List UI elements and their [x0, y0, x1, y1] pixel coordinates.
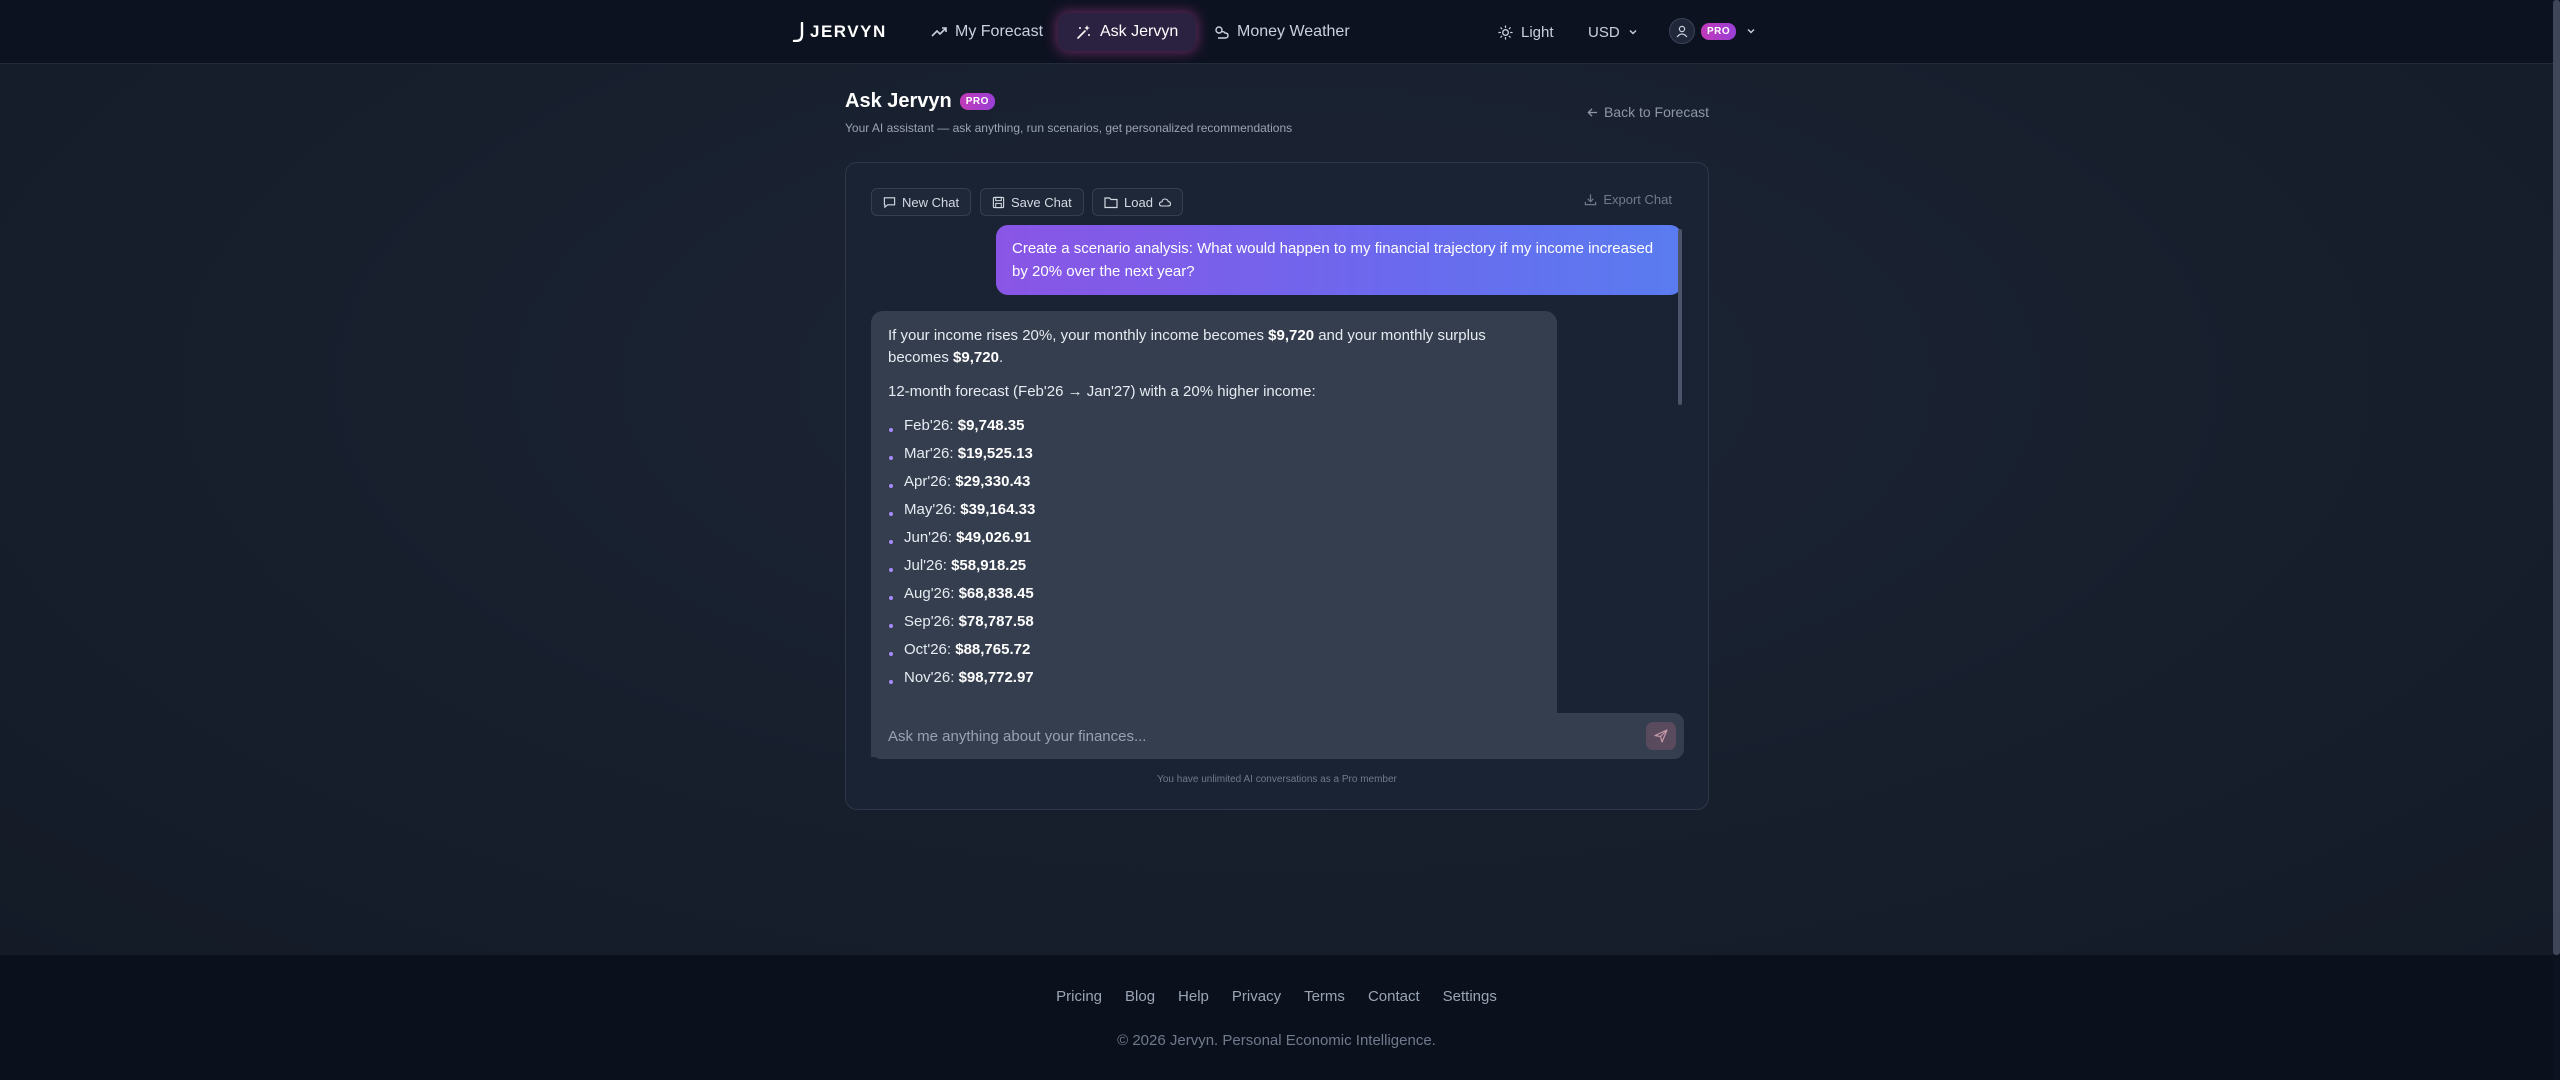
list-item: Aug'26: $68,838.45 — [888, 583, 1540, 611]
theme-toggle[interactable]: Light — [1498, 20, 1554, 44]
export-chat-button[interactable]: Export Chat — [1584, 192, 1672, 207]
list-item: Apr'26: $29,330.43 — [888, 471, 1540, 499]
member-note: You have unlimited AI conversations as a… — [1157, 774, 1397, 785]
user-message: Create a scenario analysis: What would h… — [996, 225, 1682, 295]
forecast-list: Feb'26: $9,748.35 Mar'26: $19,525.13 Apr… — [888, 415, 1540, 695]
chevron-down-icon — [1747, 29, 1755, 34]
back-to-forecast-link[interactable]: Back to Forecast — [1587, 104, 1709, 120]
message-list[interactable]: Create a scenario analysis: What would h… — [871, 225, 1686, 757]
footer-links: Pricing Blog Help Privacy Terms Contact … — [0, 988, 2553, 1005]
assistant-text: . — [998, 349, 1004, 366]
list-item: Jun'26: $49,026.91 — [888, 527, 1540, 555]
forecast-heading: 12-month forecast (Feb'26 → Jan'27) with… — [888, 383, 1316, 400]
footer-link-help[interactable]: Help — [1178, 988, 1209, 1005]
brand-logo[interactable]: JERVYN — [792, 20, 887, 44]
footer-link-contact[interactable]: Contact — [1368, 988, 1420, 1005]
pro-badge: PRO — [1701, 22, 1737, 40]
copyright: © 2026 Jervyn. Personal Economic Intelli… — [1117, 1032, 1436, 1049]
list-item: Oct'26: $88,765.72 — [888, 639, 1540, 667]
save-chat-button[interactable]: Save Chat — [980, 188, 1084, 216]
logo-mark-icon — [792, 22, 804, 42]
nav-item-my-forecast[interactable]: My Forecast — [913, 13, 1061, 51]
chevron-down-icon — [1629, 30, 1637, 35]
avatar — [1669, 18, 1695, 44]
arrow-left-icon — [1587, 107, 1598, 117]
page-subtitle: Your AI assistant — ask anything, run sc… — [845, 121, 1293, 135]
nav-item-label: My Forecast — [955, 23, 1044, 40]
save-chat-label: Save Chat — [1011, 194, 1072, 210]
list-item: Jul'26: $58,918.25 — [888, 555, 1540, 583]
nav-item-money-weather[interactable]: Money Weather — [1195, 13, 1368, 51]
list-item: Nov'26: $98,772.97 — [888, 667, 1540, 695]
footer-link-pricing[interactable]: Pricing — [1056, 988, 1102, 1005]
user-menu[interactable]: PRO — [1669, 18, 1756, 44]
back-link-label: Back to Forecast — [1603, 104, 1709, 120]
cloud-icon — [1158, 197, 1171, 207]
page-title-text: Ask Jervyn — [845, 90, 952, 112]
pro-badge: PRO — [959, 93, 995, 110]
message-icon — [883, 196, 896, 208]
weather-icon — [1215, 26, 1229, 39]
nav-item-label: Ask Jervyn — [1100, 23, 1179, 40]
user-icon — [1676, 25, 1688, 38]
sparkle-icon — [1077, 25, 1090, 39]
chat-input[interactable] — [871, 713, 1631, 759]
message-scrollbar[interactable] — [1678, 229, 1682, 405]
list-item: Feb'26: $9,748.35 — [888, 415, 1540, 443]
load-chat-button[interactable]: Load — [1092, 188, 1183, 216]
new-chat-button[interactable]: New Chat — [871, 188, 972, 216]
export-chat-label: Export Chat — [1603, 192, 1672, 207]
folder-icon — [1104, 196, 1118, 208]
nav-item-ask-jervyn[interactable]: Ask Jervyn — [1058, 13, 1197, 51]
footer-link-blog[interactable]: Blog — [1125, 988, 1155, 1005]
send-icon — [1654, 729, 1668, 743]
download-icon — [1585, 194, 1597, 206]
page-scrollbar-thumb[interactable] — [2553, 0, 2560, 955]
sun-icon — [1498, 24, 1513, 40]
footer-link-privacy[interactable]: Privacy — [1232, 988, 1281, 1005]
footer-link-terms[interactable]: Terms — [1304, 988, 1345, 1005]
assistant-message: If your income rises 20%, your monthly i… — [871, 311, 1557, 757]
nav-item-label: Money Weather — [1237, 23, 1350, 40]
monthly-surplus-value: $9,720 — [953, 349, 999, 366]
top-navigation: JERVYN My Forecast Ask Jervyn Money Weat… — [0, 0, 2553, 64]
footer-link-settings[interactable]: Settings — [1443, 988, 1497, 1005]
brand-name: JERVYN — [810, 22, 887, 41]
assistant-intro: If your income rises 20%, your monthly i… — [888, 325, 1540, 369]
load-label: Load — [1124, 194, 1153, 210]
chat-input-container — [871, 713, 1684, 759]
save-icon — [992, 196, 1005, 208]
page-title: Ask Jervyn PRO — [845, 90, 995, 113]
send-button[interactable] — [1646, 722, 1676, 750]
list-item: Mar'26: $19,525.13 — [888, 443, 1540, 471]
assistant-text: If your income rises 20%, your monthly i… — [888, 327, 1269, 344]
list-item: May'26: $39,164.33 — [888, 499, 1540, 527]
currency-select[interactable]: USD — [1588, 20, 1638, 44]
list-item: Sep'26: $78,787.58 — [888, 611, 1540, 639]
currency-label: USD — [1588, 23, 1620, 41]
theme-label: Light — [1521, 23, 1554, 41]
chat-panel: New Chat Save Chat Load Export Chat Crea… — [845, 162, 1709, 810]
footer: Pricing Blog Help Privacy Terms Contact … — [0, 955, 2553, 1080]
monthly-income-value: $9,720 — [1268, 327, 1315, 344]
new-chat-label: New Chat — [902, 194, 960, 210]
trending-up-icon — [931, 27, 947, 37]
